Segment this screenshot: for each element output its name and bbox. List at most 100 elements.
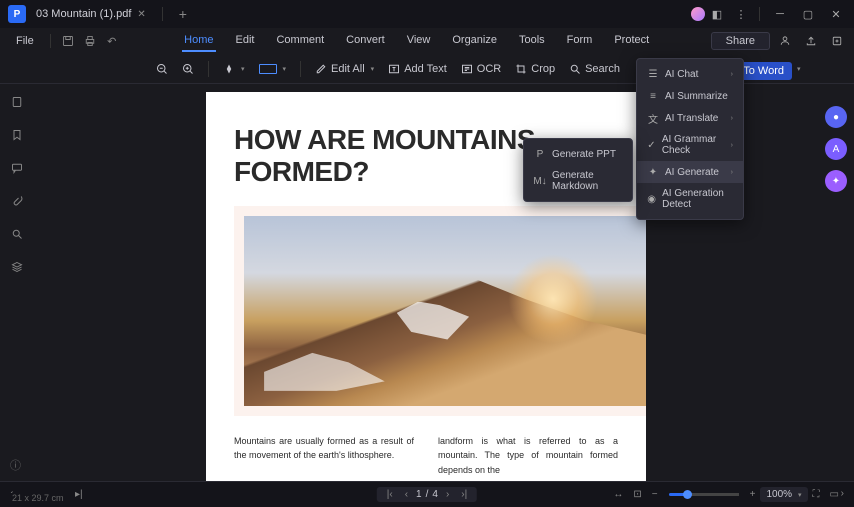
user-icon[interactable] bbox=[774, 35, 796, 47]
bookmarks-icon[interactable] bbox=[11, 129, 23, 144]
nav-next-icon[interactable]: › bbox=[841, 488, 844, 499]
first-page-button[interactable]: |‹ bbox=[383, 489, 397, 500]
sidebar-toggle-icon[interactable]: ▸| bbox=[70, 489, 88, 500]
comments-icon[interactable] bbox=[11, 162, 23, 177]
menu-view[interactable]: View bbox=[405, 30, 433, 52]
fit-page-icon[interactable]: ⊡ bbox=[628, 489, 646, 500]
zoom-out-status[interactable]: − bbox=[647, 489, 663, 500]
user-avatar[interactable] bbox=[691, 7, 705, 21]
tab-title: 03 Mountain (1).pdf bbox=[36, 8, 131, 20]
ai-summarize-item[interactable]: ≡AI Summarize bbox=[637, 85, 743, 107]
menu-bar: File ↶ Home Edit Comment Convert View Or… bbox=[0, 28, 854, 54]
add-text-label: Add Text bbox=[404, 63, 447, 75]
divider bbox=[300, 61, 301, 77]
fullscreen-icon[interactable]: ⛶ bbox=[808, 489, 825, 500]
zoom-level[interactable]: 100%▾ bbox=[760, 487, 807, 502]
ppt-icon: P bbox=[534, 148, 546, 160]
left-sidebar bbox=[0, 84, 34, 481]
upload-icon[interactable] bbox=[800, 35, 822, 47]
body-text: Mountains are usually formed as a result… bbox=[234, 434, 618, 477]
save-icon[interactable] bbox=[57, 35, 79, 47]
close-window-button[interactable]: ✕ bbox=[822, 8, 850, 21]
menu-convert[interactable]: Convert bbox=[344, 30, 387, 52]
column-1: Mountains are usually formed as a result… bbox=[234, 434, 414, 477]
help-icon[interactable]: ⓘ bbox=[10, 457, 21, 473]
discord-icon[interactable]: ● bbox=[825, 106, 847, 128]
search-label: Search bbox=[585, 63, 620, 75]
layers-icon[interactable] bbox=[11, 261, 23, 276]
divider bbox=[208, 61, 209, 77]
marker-tool[interactable]: ▾ bbox=[217, 60, 251, 78]
menu-organize[interactable]: Organize bbox=[450, 30, 499, 52]
page-total: 4 bbox=[432, 489, 438, 500]
summarize-icon: ≡ bbox=[647, 90, 659, 102]
ai-translate-item[interactable]: 文AI Translate› bbox=[637, 107, 743, 129]
share-button[interactable]: Share bbox=[711, 32, 770, 50]
close-icon[interactable]: ✕ bbox=[137, 9, 145, 20]
zoom-slider[interactable] bbox=[669, 493, 739, 496]
attachments-icon[interactable] bbox=[11, 195, 23, 210]
more-icon[interactable]: ⋮ bbox=[729, 8, 753, 21]
column-2: landform is what is referred to as a mou… bbox=[438, 434, 618, 477]
ai-panel-icon[interactable]: A bbox=[825, 138, 847, 160]
generate-icon: ✦ bbox=[647, 166, 659, 178]
maximize-button[interactable]: ▢ bbox=[794, 8, 822, 21]
ai-assistant-menu: ☰AI Chat› ≡AI Summarize 文AI Translate› ✓… bbox=[636, 58, 744, 220]
document-tab[interactable]: 03 Mountain (1).pdf ✕ bbox=[26, 0, 156, 28]
prev-page-button[interactable]: ‹ bbox=[401, 489, 412, 500]
ocr-button[interactable]: OCR bbox=[455, 60, 507, 78]
export-icon[interactable] bbox=[826, 35, 848, 47]
right-sidebar: ● A ✦ bbox=[818, 84, 854, 481]
chat-icon: ☰ bbox=[647, 68, 659, 80]
rect-tool[interactable]: ▾ bbox=[253, 61, 293, 77]
next-page-button[interactable]: › bbox=[442, 489, 453, 500]
menu-comment[interactable]: Comment bbox=[274, 30, 326, 52]
generate-submenu: PGenerate PPT M↓Generate Markdown bbox=[523, 138, 633, 202]
assistant-icon[interactable]: ✦ bbox=[825, 170, 847, 192]
divider bbox=[50, 34, 51, 48]
search-panel-icon[interactable] bbox=[11, 228, 23, 243]
grammar-icon: ✓ bbox=[647, 139, 656, 151]
menu-form[interactable]: Form bbox=[565, 30, 595, 52]
markdown-icon: M↓ bbox=[534, 175, 546, 187]
translate-icon: 文 bbox=[647, 112, 659, 124]
main-menu: Home Edit Comment Convert View Organize … bbox=[123, 30, 711, 52]
print-icon[interactable] bbox=[79, 35, 101, 47]
ai-grammar-item[interactable]: ✓AI Grammar Check› bbox=[637, 129, 743, 161]
file-menu[interactable]: File bbox=[6, 35, 44, 47]
undo-icon[interactable]: ↶ bbox=[101, 35, 123, 48]
app-icon: P bbox=[8, 5, 26, 23]
menu-edit[interactable]: Edit bbox=[234, 30, 257, 52]
menu-protect[interactable]: Protect bbox=[612, 30, 651, 52]
detect-icon: ◉ bbox=[647, 193, 656, 205]
page-current[interactable]: 1 bbox=[416, 489, 422, 500]
add-text-button[interactable]: Add Text bbox=[382, 60, 453, 78]
edit-all-button[interactable]: Edit All▾ bbox=[309, 60, 380, 78]
crop-label: Crop bbox=[531, 63, 555, 75]
ai-detect-item[interactable]: ◉AI Generation Detect bbox=[637, 183, 743, 215]
menu-tools[interactable]: Tools bbox=[517, 30, 547, 52]
search-button[interactable]: Search bbox=[563, 60, 626, 78]
crop-button[interactable]: Crop bbox=[509, 60, 561, 78]
ocr-label: OCR bbox=[477, 63, 501, 75]
last-page-button[interactable]: ›| bbox=[457, 489, 471, 500]
add-tab-button[interactable]: + bbox=[169, 6, 197, 22]
generate-markdown-item[interactable]: M↓Generate Markdown bbox=[524, 165, 632, 197]
fit-width-icon[interactable]: ↔ bbox=[608, 489, 628, 500]
zoom-in-button[interactable] bbox=[176, 60, 200, 78]
minimize-button[interactable]: ─ bbox=[766, 8, 794, 20]
divider bbox=[162, 7, 163, 21]
edit-all-label: Edit All bbox=[331, 63, 365, 75]
page-navigator: |‹ ‹ 1 / 4 › ›| bbox=[377, 487, 477, 502]
divider bbox=[759, 7, 760, 21]
page-dimensions: 21 x 29.7 cm bbox=[8, 493, 68, 507]
zoom-in-status[interactable]: + bbox=[745, 489, 761, 500]
ai-chat-item[interactable]: ☰AI Chat› bbox=[637, 63, 743, 85]
mountain-image bbox=[244, 216, 646, 406]
thumbnails-icon[interactable] bbox=[11, 96, 23, 111]
ai-generate-item[interactable]: ✦AI Generate› bbox=[637, 161, 743, 183]
zoom-out-button[interactable] bbox=[150, 60, 174, 78]
menu-home[interactable]: Home bbox=[182, 30, 215, 52]
notification-icon[interactable]: ◧ bbox=[705, 8, 729, 21]
generate-ppt-item[interactable]: PGenerate PPT bbox=[524, 143, 632, 165]
